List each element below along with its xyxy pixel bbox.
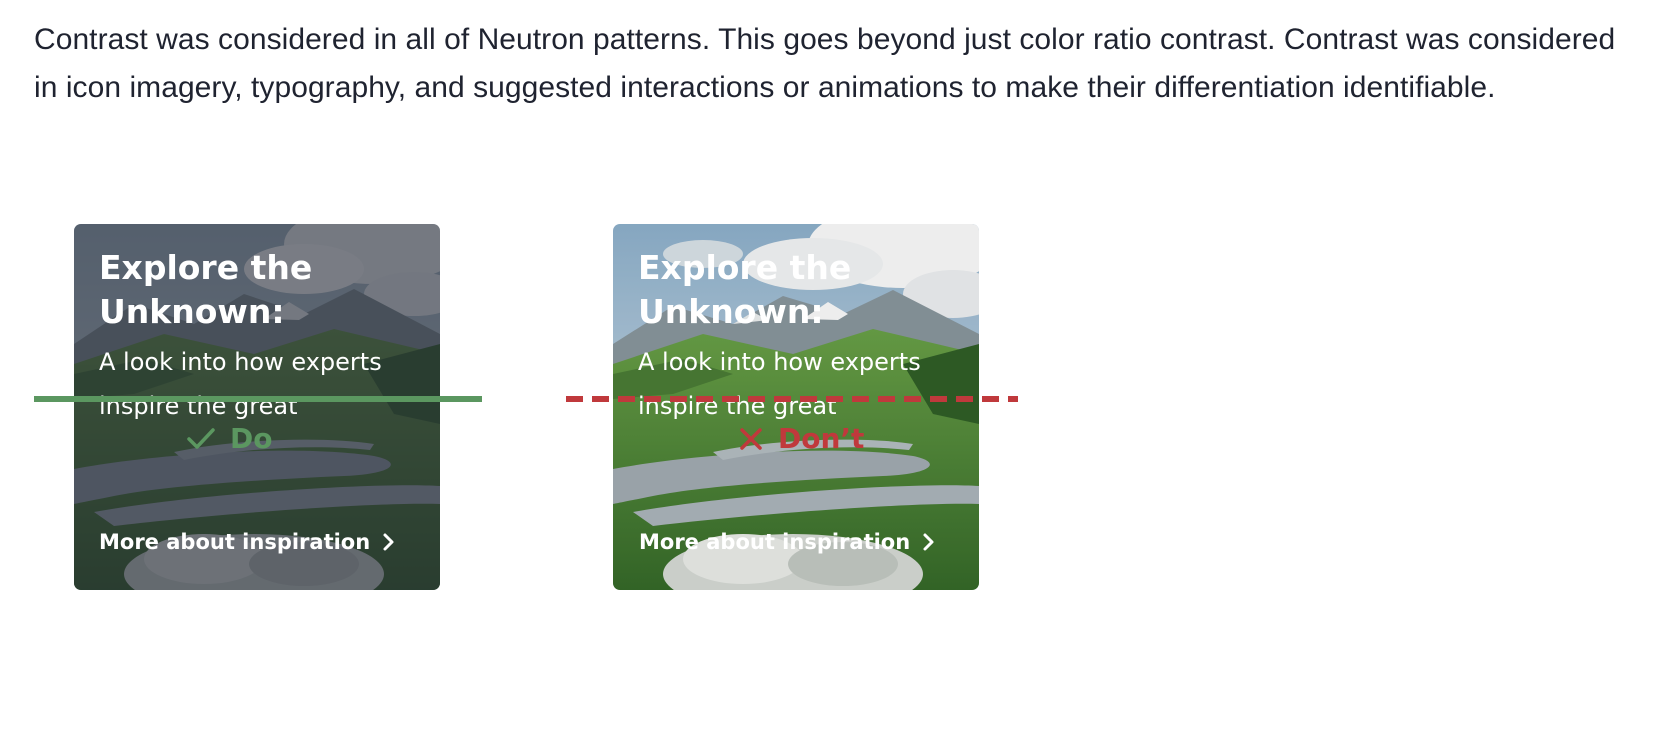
dont-indicator-line — [566, 396, 1018, 402]
dont-verdict: Don’t — [738, 422, 864, 455]
cross-icon — [740, 427, 762, 450]
do-label: Do — [230, 422, 273, 455]
more-about-inspiration-link[interactable]: More about inspiration — [639, 530, 936, 554]
dont-label: Don’t — [778, 422, 865, 455]
card-link-label: More about inspiration — [639, 530, 911, 554]
chevron-right-icon — [383, 533, 394, 551]
do-example-card: Explore the Unknown: A look into how exp… — [74, 224, 440, 590]
more-about-inspiration-link[interactable]: More about inspiration — [99, 530, 396, 554]
checkmark-icon — [187, 427, 215, 449]
intro-paragraph: Contrast was considered in all of Neutro… — [34, 23, 1616, 104]
card-subtitle: A look into how experts inspire the grea… — [638, 348, 921, 420]
chevron-right-icon — [923, 533, 934, 551]
do-indicator-line — [34, 396, 482, 402]
card-title: Explore the Unknown: — [99, 248, 313, 331]
card-title: Explore the Unknown: — [638, 248, 852, 331]
do-verdict: Do — [186, 422, 272, 455]
dont-example-card: Explore the Unknown: A look into how exp… — [613, 224, 979, 590]
card-link-label: More about inspiration — [99, 530, 371, 554]
card-subtitle: A look into how experts inspire the grea… — [99, 348, 382, 420]
dont-example: Explore the Unknown: A look into how exp… — [613, 224, 979, 590]
do-example: Explore the Unknown: A look into how exp… — [74, 224, 440, 590]
